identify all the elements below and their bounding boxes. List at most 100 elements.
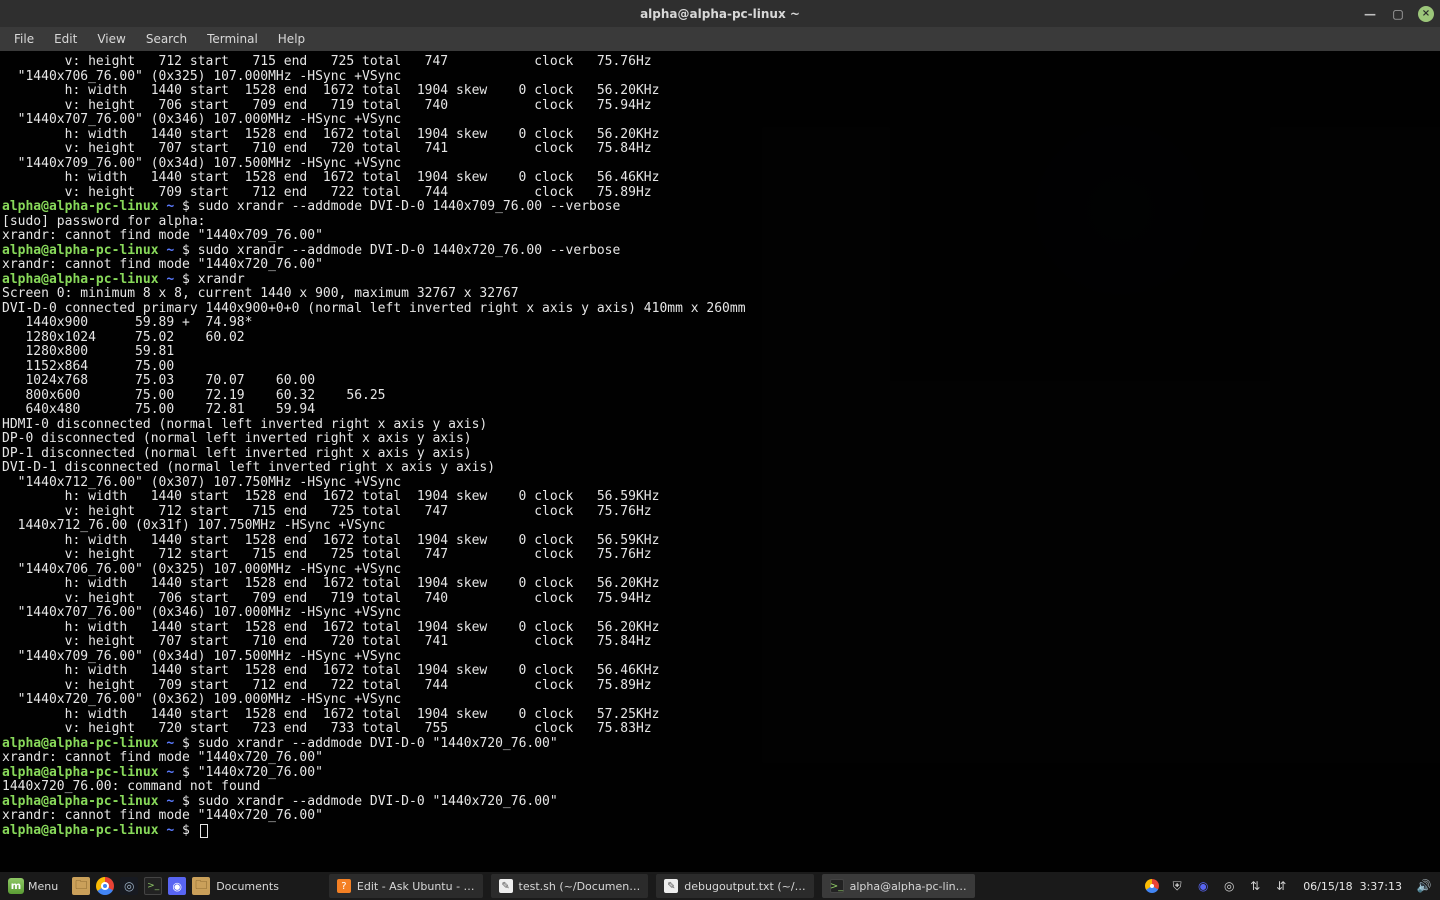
output-line: v: height 720 start 723 end 733 total 75… bbox=[2, 722, 1438, 737]
start-menu-button[interactable]: m Menu bbox=[0, 872, 66, 900]
output-line: 1280x800 59.81 bbox=[2, 345, 1438, 360]
menu-edit[interactable]: Edit bbox=[46, 30, 85, 48]
prompt-line: alpha@alpha-pc-linux ~ $ bbox=[2, 824, 1438, 839]
chrome-launcher-icon[interactable] bbox=[96, 877, 114, 895]
taskbar-item-label: Edit - Ask Ubuntu - … bbox=[357, 880, 475, 893]
window-titlebar: alpha@alpha-pc-linux ~ — ▢ × bbox=[0, 0, 1440, 27]
bottom-panel: m Menu 🗀 ◎ >_ ◉ 🗀 Documents ? Edit - Ask… bbox=[0, 872, 1440, 900]
output-line: 800x600 75.00 72.19 60.32 56.25 bbox=[2, 389, 1438, 404]
window-minimize-button[interactable]: — bbox=[1362, 6, 1378, 22]
output-line: 1024x768 75.03 70.07 60.00 bbox=[2, 374, 1438, 389]
window-close-button[interactable]: × bbox=[1418, 6, 1434, 22]
menu-view[interactable]: View bbox=[89, 30, 133, 48]
output-line: "1440x707_76.00" (0x346) 107.000MHz -HSy… bbox=[2, 113, 1438, 128]
output-line: 1440x900 59.89 + 74.98* bbox=[2, 316, 1438, 331]
terminal-output[interactable]: v: height 712 start 715 end 725 total 74… bbox=[0, 51, 1440, 872]
output-line: "1440x707_76.00" (0x346) 107.000MHz -HSy… bbox=[2, 606, 1438, 621]
tray-network-icon[interactable]: ⇵ bbox=[1273, 878, 1289, 894]
taskbar-item-terminal[interactable]: >_ alpha@alpha-pc-lin… bbox=[822, 874, 975, 898]
output-line: DVI-D-0 connected primary 1440x900+0+0 (… bbox=[2, 302, 1438, 317]
window-title: alpha@alpha-pc-linux ~ bbox=[640, 7, 800, 21]
output-line: Screen 0: minimum 8 x 8, current 1440 x … bbox=[2, 287, 1438, 302]
menu-terminal[interactable]: Terminal bbox=[199, 30, 266, 48]
tray-steam-icon[interactable]: ◎ bbox=[1221, 878, 1237, 894]
terminal-icon: >_ bbox=[830, 879, 844, 893]
output-line: h: width 1440 start 1528 end 1672 total … bbox=[2, 664, 1438, 679]
window-maximize-button[interactable]: ▢ bbox=[1390, 6, 1406, 22]
menu-help[interactable]: Help bbox=[270, 30, 313, 48]
output-line: h: width 1440 start 1528 end 1672 total … bbox=[2, 621, 1438, 636]
output-line: "1440x720_76.00" (0x362) 109.000MHz -HSy… bbox=[2, 693, 1438, 708]
taskbar-item-label: test.sh (~/Documen… bbox=[519, 880, 641, 893]
steam-launcher-icon[interactable]: ◎ bbox=[120, 877, 138, 895]
discord-launcher-icon[interactable]: ◉ bbox=[168, 877, 186, 895]
output-line: h: width 1440 start 1528 end 1672 total … bbox=[2, 84, 1438, 99]
output-line: v: height 712 start 715 end 725 total 74… bbox=[2, 55, 1438, 70]
prompt-line: alpha@alpha-pc-linux ~ $ xrandr bbox=[2, 273, 1438, 288]
output-line: 1440x712_76.00 (0x31f) 107.750MHz -HSync… bbox=[2, 519, 1438, 534]
output-line: "1440x706_76.00" (0x325) 107.000MHz -HSy… bbox=[2, 70, 1438, 85]
output-line: h: width 1440 start 1528 end 1672 total … bbox=[2, 708, 1438, 723]
menu-search[interactable]: Search bbox=[138, 30, 195, 48]
output-line: HDMI-0 disconnected (normal left inverte… bbox=[2, 418, 1438, 433]
askubuntu-icon: ? bbox=[337, 879, 351, 893]
output-line: 1280x1024 75.02 60.02 bbox=[2, 331, 1438, 346]
gedit-icon: ✎ bbox=[664, 879, 678, 893]
tray-discord-icon[interactable]: ◉ bbox=[1195, 878, 1211, 894]
output-line: h: width 1440 start 1528 end 1672 total … bbox=[2, 534, 1438, 549]
tray-chrome-icon[interactable] bbox=[1145, 879, 1159, 893]
gedit-icon: ✎ bbox=[499, 879, 513, 893]
output-line: v: height 706 start 709 end 719 total 74… bbox=[2, 592, 1438, 607]
tray-updates-icon[interactable]: ⇅ bbox=[1247, 878, 1263, 894]
prompt-line: alpha@alpha-pc-linux ~ $ sudo xrandr --a… bbox=[2, 200, 1438, 215]
output-line: h: width 1440 start 1528 end 1672 total … bbox=[2, 577, 1438, 592]
output-line: "1440x709_76.00" (0x34d) 107.500MHz -HSy… bbox=[2, 650, 1438, 665]
start-menu-label: Menu bbox=[28, 880, 58, 893]
menu-file[interactable]: File bbox=[6, 30, 42, 48]
output-line: DP-0 disconnected (normal left inverted … bbox=[2, 432, 1438, 447]
output-line: "1440x712_76.00" (0x307) 107.750MHz -HSy… bbox=[2, 476, 1438, 491]
output-line: 1152x864 75.00 bbox=[2, 360, 1438, 375]
output-line: h: width 1440 start 1528 end 1672 total … bbox=[2, 128, 1438, 143]
mint-logo-icon: m bbox=[8, 878, 24, 894]
menubar: File Edit View Search Terminal Help bbox=[0, 27, 1440, 51]
output-line: DP-1 disconnected (normal left inverted … bbox=[2, 447, 1438, 462]
panel-launchers: 🗀 ◎ >_ ◉ 🗀 Documents bbox=[66, 877, 285, 895]
output-line: v: height 707 start 710 end 720 total 74… bbox=[2, 142, 1438, 157]
taskbar-item-askubuntu[interactable]: ? Edit - Ask Ubuntu - … bbox=[329, 874, 483, 898]
documents-folder-icon[interactable]: 🗀 bbox=[192, 877, 210, 895]
output-line: xrandr: cannot find mode "1440x720_76.00… bbox=[2, 809, 1438, 824]
output-line: xrandr: cannot find mode "1440x720_76.00… bbox=[2, 751, 1438, 766]
tray-clock[interactable]: 06/15/18 3:37:13 bbox=[1299, 880, 1406, 893]
output-line: 1440x720_76.00: command not found bbox=[2, 780, 1438, 795]
output-line: v: height 709 start 712 end 722 total 74… bbox=[2, 186, 1438, 201]
prompt-line: alpha@alpha-pc-linux ~ $ "1440x720_76.00… bbox=[2, 766, 1438, 781]
tray-shield-icon[interactable]: ⛨ bbox=[1169, 878, 1185, 894]
output-line: v: height 712 start 715 end 725 total 74… bbox=[2, 548, 1438, 563]
output-line: h: width 1440 start 1528 end 1672 total … bbox=[2, 171, 1438, 186]
files-launcher-icon[interactable]: 🗀 bbox=[72, 877, 90, 895]
terminal-cursor bbox=[200, 824, 208, 838]
taskbar-item-testsh[interactable]: ✎ test.sh (~/Documen… bbox=[491, 874, 649, 898]
terminal-launcher-icon[interactable]: >_ bbox=[144, 877, 162, 895]
taskbar-item-debugoutput[interactable]: ✎ debugoutput.txt (~/… bbox=[656, 874, 813, 898]
output-line: v: height 706 start 709 end 719 total 74… bbox=[2, 99, 1438, 114]
prompt-line: alpha@alpha-pc-linux ~ $ sudo xrandr --a… bbox=[2, 737, 1438, 752]
window-buttons: — ▢ × bbox=[1362, 0, 1434, 27]
prompt-line: alpha@alpha-pc-linux ~ $ sudo xrandr --a… bbox=[2, 795, 1438, 810]
output-line: "1440x709_76.00" (0x34d) 107.500MHz -HSy… bbox=[2, 157, 1438, 172]
system-tray: ⛨ ◉ ◎ ⇅ ⇵ 06/15/18 3:37:13 🔊 bbox=[1137, 878, 1440, 894]
output-line: "1440x706_76.00" (0x325) 107.000MHz -HSy… bbox=[2, 563, 1438, 578]
output-line: xrandr: cannot find mode "1440x720_76.00… bbox=[2, 258, 1438, 273]
output-line: DVI-D-1 disconnected (normal left invert… bbox=[2, 461, 1438, 476]
prompt-line: alpha@alpha-pc-linux ~ $ sudo xrandr --a… bbox=[2, 244, 1438, 259]
taskbar-item-label: alpha@alpha-pc-lin… bbox=[850, 880, 967, 893]
output-line: 640x480 75.00 72.81 59.94 bbox=[2, 403, 1438, 418]
taskbar-item-label: debugoutput.txt (~/… bbox=[684, 880, 805, 893]
tray-volume-icon[interactable]: 🔊 bbox=[1416, 878, 1432, 894]
output-line: v: height 707 start 710 end 720 total 74… bbox=[2, 635, 1438, 650]
documents-folder-label[interactable]: Documents bbox=[216, 880, 279, 893]
output-line: v: height 709 start 712 end 722 total 74… bbox=[2, 679, 1438, 694]
output-line: xrandr: cannot find mode "1440x709_76.00… bbox=[2, 229, 1438, 244]
output-line: [sudo] password for alpha: bbox=[2, 215, 1438, 230]
